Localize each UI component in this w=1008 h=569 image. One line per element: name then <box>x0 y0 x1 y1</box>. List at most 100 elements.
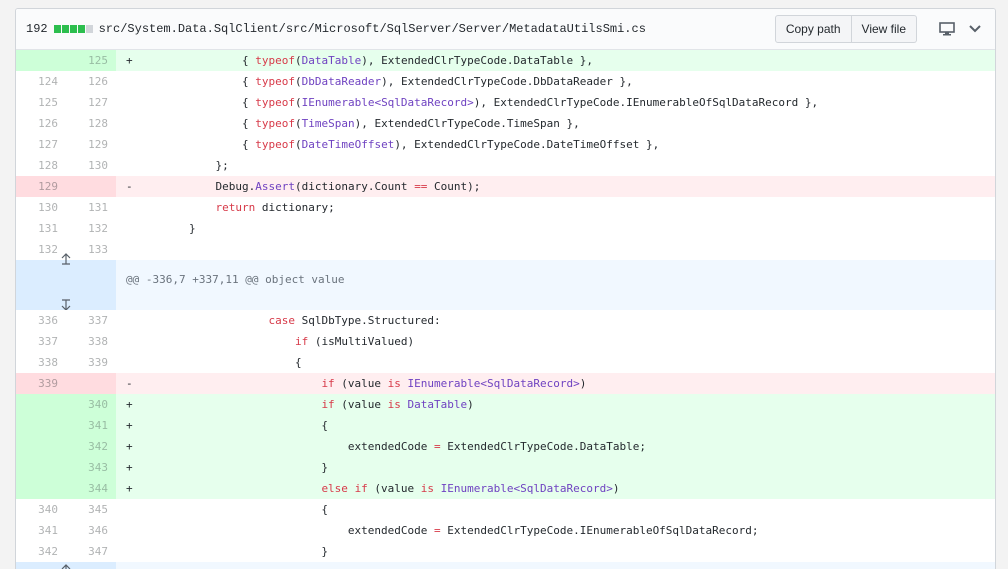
diff-marker <box>116 71 136 92</box>
code-token: DataTable <box>407 398 468 411</box>
new-line-number[interactable]: 128 <box>66 113 116 134</box>
hunk-header: @@ -336,7 +337,11 @@ object value <box>126 273 345 286</box>
diff-marker <box>116 113 136 134</box>
old-line-number[interactable] <box>16 50 66 71</box>
old-line-number[interactable]: 341 <box>16 520 66 541</box>
code-token: { <box>136 503 329 516</box>
expand-up-icon[interactable] <box>60 562 72 569</box>
code-token: (dictionary.Count <box>294 180 415 193</box>
old-line-number[interactable]: 129 <box>16 176 66 197</box>
chevron-down-icon[interactable] <box>963 17 987 41</box>
new-line-number[interactable]: 133 <box>66 239 116 260</box>
old-line-number[interactable]: 339 <box>16 373 66 394</box>
file-path[interactable]: src/System.Data.SqlClient/src/Microsoft/… <box>99 22 775 36</box>
diff-marker: - <box>126 377 133 390</box>
old-line-number[interactable]: 127 <box>16 134 66 155</box>
code-token: == <box>414 180 428 193</box>
copy-path-button[interactable]: Copy path <box>774 15 852 43</box>
new-line-number[interactable]: 337 <box>66 310 116 331</box>
expand-up-icon[interactable] <box>60 242 72 282</box>
diff-line: 132 133 <box>16 239 995 260</box>
view-file-button[interactable]: View file <box>851 15 917 43</box>
diff-marker <box>116 331 136 352</box>
code-token: Debug. <box>136 180 256 193</box>
code-line: { typeof(DbDataReader), ExtendedClrTypeC… <box>136 71 995 92</box>
new-line-number[interactable]: 125 <box>66 50 116 71</box>
new-line-number[interactable]: 130 <box>66 155 116 176</box>
old-line-number[interactable] <box>16 415 66 436</box>
old-line-number[interactable]: 340 <box>16 499 66 520</box>
diff-line: 127 129 { typeof(DateTimeOffset), Extende… <box>16 134 995 155</box>
new-line-number[interactable]: 338 <box>66 331 116 352</box>
code-line: } <box>136 457 995 478</box>
diff-marker: + <box>126 54 133 67</box>
code-token: case <box>268 314 295 327</box>
code-token: ) <box>579 377 587 390</box>
new-line-number[interactable] <box>66 373 116 394</box>
code-line: if (isMultiValued) <box>136 331 995 352</box>
old-line-number[interactable]: 132 <box>16 239 66 260</box>
new-line-number[interactable]: 341 <box>66 415 116 436</box>
diff-marker <box>116 218 136 239</box>
old-line-number[interactable]: 338 <box>16 352 66 373</box>
diff-marker: - <box>126 180 133 193</box>
new-line-number[interactable]: 126 <box>66 71 116 92</box>
new-line-number[interactable] <box>66 176 116 197</box>
code-token: } <box>136 222 196 235</box>
old-line-number[interactable] <box>16 457 66 478</box>
diff-marker <box>116 197 136 218</box>
code-token: = <box>434 440 441 453</box>
diff-stat-block <box>85 25 93 33</box>
code-token: typeof <box>255 54 295 67</box>
code-line: Debug.Assert(dictionary.Count == Count); <box>136 176 995 197</box>
old-line-number[interactable]: 124 <box>16 71 66 92</box>
new-line-number[interactable]: 132 <box>66 218 116 239</box>
code-token: if <box>294 335 309 348</box>
code-token: if <box>354 482 368 495</box>
new-line-number[interactable]: 339 <box>66 352 116 373</box>
new-line-number[interactable]: 346 <box>66 520 116 541</box>
code-token: (value <box>334 377 388 390</box>
old-line-number[interactable]: 336 <box>16 310 66 331</box>
old-line-number[interactable]: 342 <box>16 541 66 562</box>
diff-line: 340 + if (value is DataTable) <box>16 394 995 415</box>
code-token: ( <box>294 117 302 130</box>
diff-line: 341 + { <box>16 415 995 436</box>
diff-stat-count: 192 <box>26 22 48 36</box>
old-line-number[interactable] <box>16 478 66 499</box>
diff-line: 343 + } <box>16 457 995 478</box>
new-line-number[interactable]: 342 <box>66 436 116 457</box>
old-line-number[interactable]: 337 <box>16 331 66 352</box>
new-line-number[interactable]: 131 <box>66 197 116 218</box>
diff-line: 130 131 return dictionary; <box>16 197 995 218</box>
new-line-number[interactable]: 347 <box>66 541 116 562</box>
diff-marker: + <box>126 398 133 411</box>
diff-line: 338 339 { <box>16 352 995 373</box>
old-line-number[interactable]: 126 <box>16 113 66 134</box>
old-line-number[interactable]: 131 <box>16 218 66 239</box>
code-line: }; <box>136 155 995 176</box>
old-line-number[interactable] <box>16 436 66 457</box>
old-line-number[interactable]: 130 <box>16 197 66 218</box>
new-line-number[interactable]: 127 <box>66 92 116 113</box>
code-line: case SqlDbType.Structured: <box>136 310 995 331</box>
code-token: if <box>321 398 335 411</box>
code-token: TimeSpan <box>301 117 355 130</box>
new-line-number[interactable]: 343 <box>66 457 116 478</box>
new-line-number[interactable]: 344 <box>66 478 116 499</box>
old-line-number[interactable]: 128 <box>16 155 66 176</box>
new-line-number[interactable]: 345 <box>66 499 116 520</box>
old-line-number[interactable] <box>16 394 66 415</box>
new-line-number[interactable]: 129 <box>66 134 116 155</box>
diff-line: 344 + else if (value is IEnumerable<SqlDa… <box>16 478 995 499</box>
desktop-icon[interactable] <box>935 17 959 41</box>
new-line-number[interactable]: 340 <box>66 394 116 415</box>
diff-marker <box>116 499 136 520</box>
old-line-number[interactable]: 125 <box>16 92 66 113</box>
